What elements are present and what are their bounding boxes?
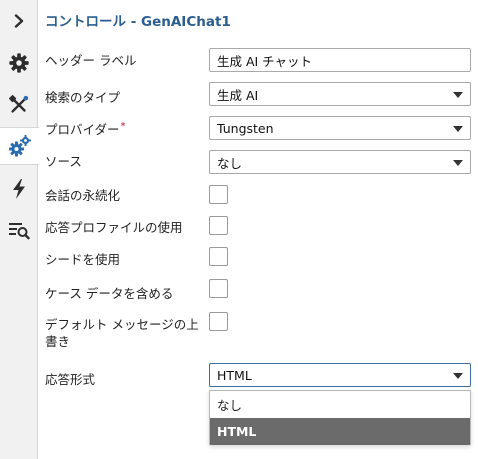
source-select[interactable]: なし [209,150,471,174]
lightning-icon [11,178,27,200]
include-case-data-label: ケース データを含める [45,286,174,301]
controls-tab[interactable] [0,127,39,165]
provider-label: プロバイダー* [45,119,126,138]
provider-label-text: プロバイダー [45,122,120,137]
panel-title: コントロール - GenAIChat1 [45,14,231,30]
provider-value: Tungsten [217,120,274,136]
required-marker: * [120,120,126,132]
header-label-value: 生成 AI チャット [217,53,313,69]
header-label-label: ヘッダー ラベル [45,53,137,68]
chevron-down-icon [453,92,463,98]
include-case-data-checkbox[interactable] [209,279,228,298]
use-response-profile-label: 応答プロファイルの使用 [45,220,183,235]
use-seed-checkbox[interactable] [209,247,228,266]
source-label: ソース [45,154,82,169]
persist-conversation-checkbox[interactable] [209,185,228,204]
search-type-select[interactable]: 生成 AI [209,82,471,106]
search-list-icon [8,220,30,240]
response-format-dropdown: なし HTML [209,390,471,445]
expand-button[interactable] [0,2,38,40]
override-default-message-label: デフォルト メッセージの上書き [45,317,199,349]
chevron-down-icon [453,160,463,166]
response-format-label: 応答形式 [45,372,96,387]
header-label-input[interactable]: 生成 AI チャット [209,48,471,72]
source-value: なし [217,155,243,171]
controls-panel: コントロール - GenAIChat1 ヘッダー ラベル 生成 AI チャット … [39,0,478,459]
chevron-down-icon [453,126,463,132]
side-rail [0,0,39,459]
gears-icon [8,134,32,158]
use-response-profile-checkbox[interactable] [209,216,228,235]
chevron-down-icon [453,373,463,379]
search-type-label: 検索のタイプ [45,90,121,105]
persist-conversation-label: 会話の永続化 [45,188,121,203]
response-format-select[interactable]: HTML [209,363,471,387]
events-tab[interactable] [0,170,38,208]
response-format-value: HTML [217,367,252,383]
response-format-option-selected[interactable]: HTML [210,418,470,445]
chevron-right-icon [12,14,26,28]
use-seed-label: シードを使用 [45,252,121,267]
tools-icon [8,94,30,116]
properties-tab[interactable] [0,44,38,82]
override-default-message-checkbox[interactable] [209,312,228,331]
search-list-tab[interactable] [0,211,38,249]
gear-icon [8,52,30,74]
design-tab[interactable] [0,86,38,124]
search-type-value: 生成 AI [217,87,259,103]
provider-select[interactable]: Tungsten [209,116,471,140]
response-format-option[interactable]: なし [210,391,470,418]
